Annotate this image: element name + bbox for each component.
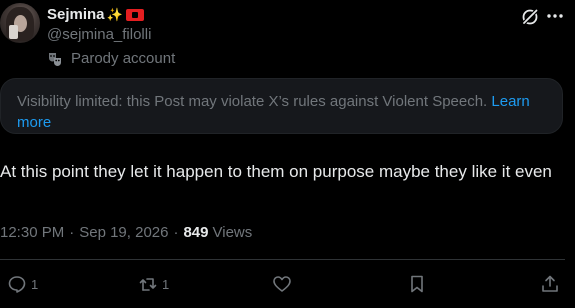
reply-count: 1 <box>31 276 39 292</box>
display-name-text: Sejmina <box>47 6 105 23</box>
heart-icon <box>273 276 291 292</box>
like-button[interactable] <box>272 274 292 294</box>
share-button[interactable] <box>540 274 560 294</box>
parody-label: Parody account <box>47 50 175 67</box>
bookmark-icon <box>411 275 423 293</box>
bookmark-button[interactable] <box>407 274 427 294</box>
visibility-notice: Visibility limited: this Post may violat… <box>0 78 563 134</box>
post-meta: 12:30 PM · Sep 19, 2026 · 849 Views <box>0 224 252 241</box>
post-date[interactable]: Sep 19, 2026 <box>79 224 168 241</box>
sparkles-emoji: ✨ <box>106 6 123 22</box>
avatar[interactable] <box>0 3 40 43</box>
repost-icon <box>139 278 157 291</box>
grok-icon[interactable] <box>520 7 540 27</box>
albania-flag-icon <box>125 8 144 21</box>
display-name[interactable]: Sejmina ✨ <box>47 6 144 23</box>
user-handle[interactable]: @sejmina_filolli <box>47 26 151 43</box>
post-time[interactable]: 12:30 PM <box>0 224 64 241</box>
parody-label-text: Parody account <box>71 50 176 67</box>
post-text: At this point they let it happen to them… <box>0 162 552 181</box>
reply-icon <box>8 276 26 293</box>
share-icon <box>542 275 558 292</box>
theater-masks-icon <box>49 52 61 66</box>
meta-separator: · <box>69 224 75 241</box>
meta-separator: · <box>173 224 179 241</box>
views-label: Views <box>212 224 253 241</box>
more-icon[interactable] <box>545 6 565 26</box>
divider <box>0 259 565 260</box>
post-detail: Sejmina ✨ @sejmina_filolli Parody accoun… <box>0 0 575 308</box>
reply-button[interactable]: 1 <box>7 274 38 294</box>
visibility-notice-text: Visibility limited: this Post may violat… <box>17 93 488 110</box>
repost-count: 1 <box>162 276 170 292</box>
views-count: 849 <box>183 224 209 241</box>
repost-button[interactable]: 1 <box>138 274 169 294</box>
